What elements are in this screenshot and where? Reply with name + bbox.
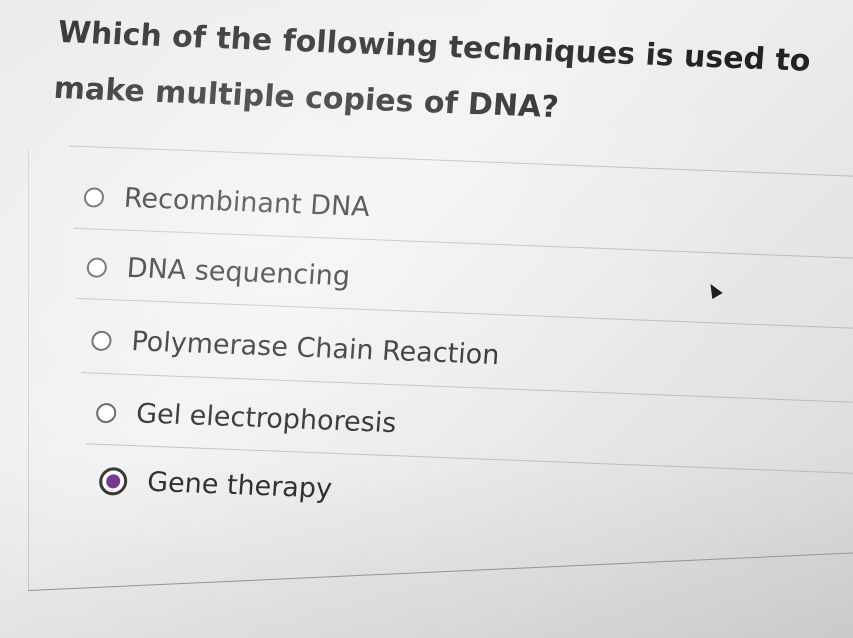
radio-button-selected[interactable] [98,466,129,496]
divider [81,372,853,404]
question-panel: Which of the following techniques is use… [17,5,853,625]
option-polymerase-chain-reaction[interactable]: Polymerase Chain Reaction [90,324,500,371]
radio-button[interactable] [90,329,113,351]
radio-button[interactable] [83,186,105,208]
option-recombinant-dna[interactable]: Recombinant DNA [83,181,371,223]
divider [69,145,853,178]
question-text: Which of the following techniques is use… [52,14,812,126]
option-label: Recombinant DNA [122,182,371,224]
radio-button[interactable] [86,256,108,278]
option-label: Gel electrophoresis [135,398,398,440]
option-label: Polymerase Chain Reaction [130,326,501,372]
option-label: Gene therapy [146,466,334,505]
option-label: DNA sequencing [125,252,352,293]
quiz-screen: Which of the following techniques is use… [0,0,853,638]
option-gel-electrophoresis[interactable]: Gel electrophoresis [95,397,397,439]
panel-left-border [28,150,29,590]
option-dna-sequencing[interactable]: DNA sequencing [86,251,351,292]
radio-button[interactable] [95,402,117,423]
divider [76,297,853,330]
option-gene-therapy[interactable]: Gene therapy [98,465,333,505]
